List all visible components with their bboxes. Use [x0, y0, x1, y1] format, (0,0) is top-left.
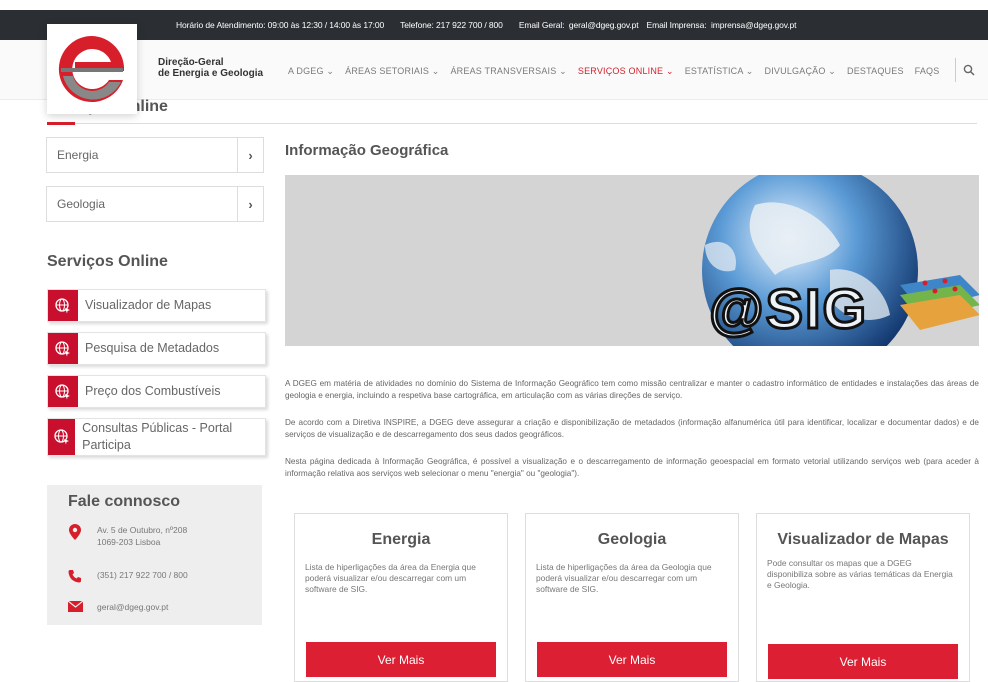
section-divider-accent — [47, 122, 75, 125]
address-line2: 1069-203 Lisboa — [97, 537, 161, 547]
email-geral-info: Email Geral: geral@dgeg.gov.pt — [519, 20, 639, 30]
intro-paragraph-3: Nesta página dedicada à Informação Geogr… — [285, 457, 979, 478]
menu-divider — [955, 58, 956, 82]
menu-item-faqs[interactable]: FAQS — [915, 66, 940, 77]
service-consultas-publicas[interactable]: Consultas Públicas - Portal Participa — [47, 418, 266, 456]
card-title: Energia — [371, 531, 431, 548]
globe-cursor-icon — [48, 376, 78, 407]
menu-item-dgeg[interactable]: A DGEG ⌄ — [288, 66, 334, 77]
brand-line1: Direção-Geral — [158, 57, 224, 68]
ver-mais-button[interactable]: Ver Mais — [768, 644, 958, 679]
contact-title: Fale connosco — [68, 493, 181, 510]
main-menu: A DGEG ⌄ ÁREAS SETORIAIS ⌄ ÁREAS TRANSVE… — [288, 66, 939, 77]
sig-banner-image: @SIG — [285, 175, 979, 346]
contact-email: geral@dgeg.gov.pt — [67, 601, 168, 613]
email-imprensa-link[interactable]: imprensa@dgeg.gov.pt — [711, 20, 796, 30]
card-energia: Energia Lista de hiperligações da área d… — [294, 513, 508, 682]
service-label: Pesquisa de Metadados — [85, 341, 220, 355]
globe-cursor-icon — [48, 419, 76, 455]
phone-icon — [67, 569, 83, 583]
card-title: Geologia — [597, 531, 667, 548]
card-text: Pode consultar os mapas que a DGEG dispo… — [767, 558, 953, 590]
page-title: Informação Geográfica — [285, 142, 449, 159]
card-visualizador-mapas: Visualizador de Mapas Pode consultar os … — [756, 513, 970, 682]
ver-mais-button[interactable]: Ver Mais — [306, 642, 496, 677]
email-imprensa-label: Email Imprensa: — [646, 20, 707, 30]
globe-cursor-icon — [48, 333, 78, 364]
section-divider — [47, 123, 977, 124]
chevron-right-icon: › — [237, 187, 263, 221]
dgeg-logo[interactable] — [47, 24, 137, 114]
card-text: Lista de hiperligações da área da Geolog… — [536, 562, 712, 594]
sidebar-item-label: Geologia — [57, 197, 106, 211]
contact-box: Fale connosco Av. 5 de Outubro, nº208 106… — [47, 485, 262, 625]
banner-text: @SIG — [707, 277, 869, 340]
card-text: Lista de hiperligações da área da Energi… — [305, 562, 476, 594]
chevron-right-icon: › — [237, 138, 263, 172]
phone-number[interactable]: (351) 217 922 700 / 800 — [97, 569, 188, 581]
service-label: Consultas Públicas - Portal Participa — [82, 421, 233, 452]
card-title: Visualizador de Mapas — [777, 531, 949, 548]
globe-cursor-icon — [48, 290, 78, 321]
email-geral-link[interactable]: geral@dgeg.gov.pt — [569, 20, 639, 30]
dgeg-logo-icon — [58, 35, 125, 102]
menu-item-estatistica[interactable]: ESTATÍSTICA ⌄ — [685, 66, 754, 77]
menu-item-areas-setoriais[interactable]: ÁREAS SETORIAIS ⌄ — [345, 66, 439, 77]
contact-phone: (351) 217 922 700 / 800 — [67, 569, 188, 583]
menu-item-divulgacao[interactable]: DIVULGAÇÃO ⌄ — [765, 66, 836, 77]
menu-item-servicos-online[interactable]: SERVIÇOS ONLINE ⌄ — [578, 66, 674, 77]
top-info-bar: Horário de Atendimento: 09:00 às 12:30 /… — [0, 10, 988, 40]
menu-item-areas-transversais[interactable]: ÁREAS TRANSVERSAIS ⌄ — [450, 66, 566, 77]
map-pin-icon — [67, 524, 83, 540]
ver-mais-button[interactable]: Ver Mais — [537, 642, 727, 677]
sidebar-item-label: Energia — [57, 148, 99, 162]
envelope-icon — [67, 601, 83, 612]
intro-paragraph-1: A DGEG em matéria de atividades no domín… — [285, 379, 979, 400]
search-icon[interactable] — [963, 64, 975, 76]
address-line1: Av. 5 de Outubro, nº208 — [97, 525, 188, 535]
service-preco-combustiveis[interactable]: Preço dos Combustíveis — [47, 375, 266, 408]
opening-hours: Horário de Atendimento: 09:00 às 12:30 /… — [176, 20, 385, 30]
card-geologia: Geologia Lista de hiperligações da área … — [525, 513, 739, 682]
brand-line2: de Energia e Geologia — [158, 68, 264, 79]
menu-item-destaques[interactable]: DESTAQUES — [847, 66, 904, 77]
email-link[interactable]: geral@dgeg.gov.pt — [97, 601, 168, 613]
sidebar-item-geologia[interactable]: Geologia › — [46, 186, 264, 222]
service-label: Preço dos Combustíveis — [85, 384, 221, 398]
email-geral-label: Email Geral: — [518, 20, 565, 30]
phone-info: Telefone: 217 922 700 / 800 — [400, 20, 503, 30]
email-imprensa-info: Email Imprensa: imprensa@dgeg.gov.pt — [647, 20, 797, 30]
service-label: Visualizador de Mapas — [85, 298, 212, 312]
contact-address: Av. 5 de Outubro, nº208 1069-203 Lisboa — [67, 524, 187, 548]
services-heading: Serviços Online — [47, 253, 168, 270]
intro-paragraph-2: De acordo com a Diretiva INSPIRE, a DGEG… — [285, 418, 979, 439]
service-pesquisa-metadados[interactable]: Pesquisa de Metadados — [47, 332, 266, 365]
service-visualizador-mapas[interactable]: Visualizador de Mapas — [47, 289, 266, 322]
brand-name: Direção-Geral de Energia e Geologia — [158, 57, 263, 79]
sidebar-item-energia[interactable]: Energia › — [46, 137, 264, 173]
